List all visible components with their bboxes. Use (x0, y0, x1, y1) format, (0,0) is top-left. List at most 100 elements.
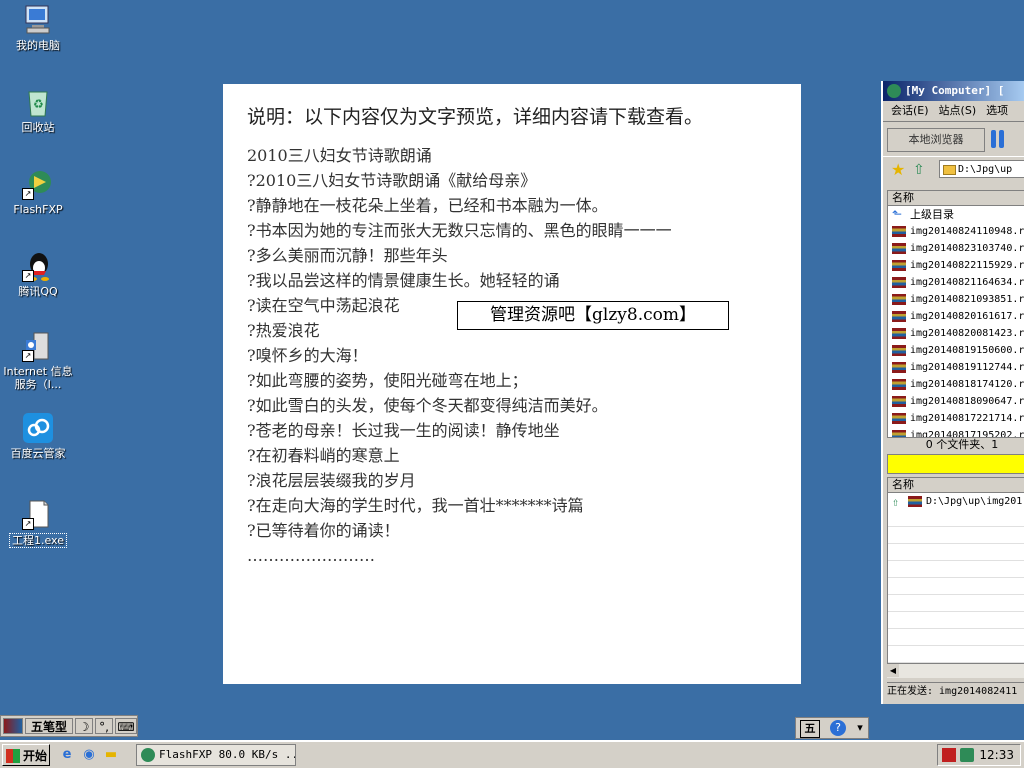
local-browser-button[interactable]: 本地浏览器 (887, 128, 985, 152)
desktop-icon-qq[interactable]: ↗ 腾讯QQ (0, 250, 76, 298)
horizontal-scrollbar[interactable]: ◀ (887, 663, 1024, 678)
archive-file-icon (892, 396, 906, 407)
tray-network-icon[interactable] (960, 748, 974, 762)
list-item[interactable]: img20140818174120.r (888, 376, 1024, 393)
ime-mode-label[interactable]: 五笔型 (25, 718, 73, 734)
list-item[interactable]: img20140818090647.r (888, 393, 1024, 410)
list-item[interactable]: img20140819150600.r (888, 342, 1024, 359)
document-line: ?已等待着你的诵读！ (247, 521, 400, 540)
desktop-icon-label: 工程1.exe (8, 533, 67, 548)
archive-file-icon (892, 379, 906, 390)
menu-sites[interactable]: 站点(S) (939, 104, 977, 117)
system-tray: 12:33 (937, 744, 1021, 766)
list-item-label: img20140817221714.r (910, 413, 1024, 424)
explorer-icon[interactable]: ◉ (80, 746, 98, 764)
document-heading: 说明：以下内容仅为文字预览，详细内容请下载查看。 (247, 106, 704, 128)
document-body: 2010三八妇女节诗歌朗诵 ?2010三八妇女节诗歌朗诵《献给母亲》 ?静静地在一枝… (247, 143, 777, 568)
desktop-icon-my-computer[interactable]: 我的电脑 (0, 4, 76, 52)
pause-icon[interactable] (991, 130, 1005, 148)
desktop-icon-exe[interactable]: ↗ 工程1.exe (0, 498, 76, 548)
queue-item[interactable]: ⇧ D:\Jpg\up\img201 (888, 493, 1024, 510)
desktop-icon-label: Internet 信息服务（I... (3, 365, 73, 391)
exe-file-icon: ↗ (22, 498, 54, 530)
path-input[interactable]: D:\Jpg\up (939, 160, 1024, 178)
wubi-icon[interactable]: 五 (800, 720, 820, 738)
taskbar-button-flashfxp[interactable]: FlashFXP 80.0 KB/s ... (136, 744, 296, 766)
archive-file-icon (892, 243, 906, 254)
list-item[interactable]: img20140821164634.r (888, 274, 1024, 291)
toolbar: 本地浏览器 (883, 121, 1024, 157)
punctuation-icon[interactable]: °, (95, 718, 113, 734)
list-item[interactable]: img20140820081423.r (888, 325, 1024, 342)
archive-file-icon (892, 277, 906, 288)
help-icon[interactable]: ? (830, 720, 846, 736)
document-line: ?在初春料峭的寒意上 (247, 446, 400, 465)
ime-logo-icon[interactable] (3, 718, 23, 734)
desktop-icon-recycle-bin[interactable]: ♻ 回收站 (0, 86, 76, 134)
start-button[interactable]: 开始 (2, 744, 50, 766)
desktop-icon-label: 我的电脑 (16, 39, 60, 52)
flashfxp-icon: ↗ (22, 168, 54, 200)
list-item-label: img20140819112744.r (910, 362, 1024, 373)
list-item-parent-dir[interactable]: ⬑ 上级目录 (888, 206, 1024, 223)
menu-options[interactable]: 选项 (986, 104, 1008, 117)
desktop-icon-label: 百度云管家 (10, 447, 66, 460)
column-header-name[interactable]: 名称 (888, 191, 1024, 206)
column-header-name[interactable]: 名称 (888, 478, 1024, 493)
desktop-icon-flashfxp[interactable]: ↗ FlashFXP (0, 168, 76, 216)
window-title: [My Computer] [ (905, 84, 1005, 97)
document-line: ?嗅怀乡的大海！ (247, 346, 368, 365)
file-list[interactable]: 名称 ⬑ 上级目录 img20140824110948.r img20140823… (887, 190, 1024, 438)
list-item[interactable]: img20140820161617.r (888, 308, 1024, 325)
list-item[interactable]: img20140821093851.r (888, 291, 1024, 308)
archive-file-icon (892, 260, 906, 271)
computer-icon (22, 4, 54, 36)
list-item[interactable]: img20140823103740.r (888, 240, 1024, 257)
menu-session[interactable]: 会话(E) (891, 104, 929, 117)
list-item-label: img20140821093851.r (910, 294, 1024, 305)
archive-file-icon (892, 345, 906, 356)
archive-file-icon (892, 311, 906, 322)
language-bar: 五 ? ▾ (795, 717, 869, 739)
favorites-star-icon[interactable]: ★ (891, 162, 905, 178)
soft-keyboard-icon[interactable]: ⌨ (115, 718, 137, 734)
archive-file-icon (892, 226, 906, 237)
list-item-label: img20140819150600.r (910, 345, 1024, 356)
document-line: 2010三八妇女节诗歌朗诵 (247, 146, 432, 165)
list-item[interactable]: img20140819112744.r (888, 359, 1024, 376)
archive-file-icon (908, 496, 922, 507)
up-folder-icon[interactable]: ⇧ (913, 162, 925, 178)
folder-icon[interactable]: ▬ (102, 746, 120, 764)
half-width-moon-icon[interactable]: ☽ (75, 718, 93, 734)
tray-app-icon[interactable] (942, 748, 956, 762)
document-line: ?在走向大海的学生时代，我一首壮*******诗篇 (247, 496, 584, 515)
queue-list[interactable]: 名称 ⇧ D:\Jpg\up\img201 (887, 477, 1024, 677)
ie-icon[interactable]: e (58, 746, 76, 764)
iis-icon: ↗ (22, 330, 54, 362)
desktop-icon-baidu-cloud[interactable]: 百度云管家 (0, 412, 76, 460)
transfer-progress-bar (887, 454, 1024, 474)
windows-flag-icon (6, 749, 20, 763)
desktop-icon-iis[interactable]: ↗ Internet 信息服务（I... (0, 330, 76, 391)
ime-toolbar: 五笔型 ☽ °, ⌨ (0, 715, 138, 737)
list-item[interactable]: img20140817221714.r (888, 410, 1024, 427)
parent-dir-icon: ⬑ (892, 207, 903, 221)
scroll-left-icon[interactable]: ◀ (887, 664, 899, 677)
archive-file-icon (892, 328, 906, 339)
window-titlebar[interactable]: [My Computer] [ (883, 81, 1024, 101)
list-item[interactable]: img20140824110948.r (888, 223, 1024, 240)
clock[interactable]: 12:33 (979, 745, 1014, 765)
shortcut-arrow-icon: ↗ (22, 518, 34, 530)
list-item[interactable]: img20140822115929.r (888, 257, 1024, 274)
document-line: ?2010三八妇女节诗歌朗诵《献给母亲》 (247, 171, 537, 190)
archive-file-icon (892, 413, 906, 424)
desktop-icon-label: FlashFXP (13, 203, 63, 216)
folder-icon (943, 165, 956, 175)
document-line: ?如此雪白的头发，使每个冬天都变得纯洁而美好。 (247, 396, 608, 415)
path-bar: ★ ⇧ D:\Jpg\up (883, 157, 1024, 183)
document-line: …………………… (247, 546, 375, 565)
options-chevron-icon[interactable]: ▾ (854, 720, 866, 736)
flashfxp-window[interactable]: [My Computer] [ 会话(E) 站点(S) 选项 本地浏览器 ★ ⇧ D… (881, 81, 1024, 704)
list-item-label: 上级目录 (910, 208, 954, 221)
document-line: ?多么美丽而沉静！那些年头 (247, 246, 448, 265)
